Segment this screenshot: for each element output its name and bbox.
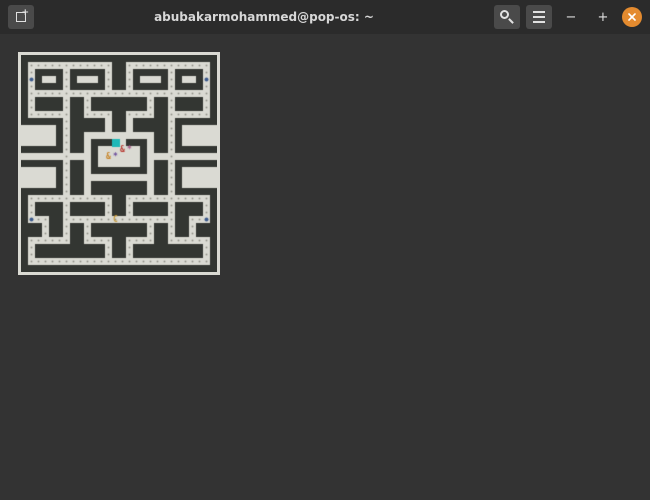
new-tab-button[interactable]: + <box>8 5 34 29</box>
search-icon <box>500 10 514 24</box>
terminal-content <box>0 34 650 279</box>
maze-canvas <box>21 55 217 272</box>
close-button[interactable] <box>622 7 642 27</box>
close-icon <box>627 12 637 22</box>
new-tab-icon: + <box>14 10 28 24</box>
window-title: abubakarmohammed@pop-os: ~ <box>40 10 488 24</box>
game-viewport[interactable] <box>18 52 220 275</box>
menu-button[interactable] <box>526 5 552 29</box>
hamburger-icon <box>533 11 545 23</box>
minimize-icon: − <box>566 10 577 25</box>
maximize-button[interactable]: + <box>590 5 616 29</box>
maximize-icon: + <box>598 10 609 25</box>
minimize-button[interactable]: − <box>558 5 584 29</box>
titlebar: + abubakarmohammed@pop-os: ~ − + <box>0 0 650 34</box>
search-button[interactable] <box>494 5 520 29</box>
